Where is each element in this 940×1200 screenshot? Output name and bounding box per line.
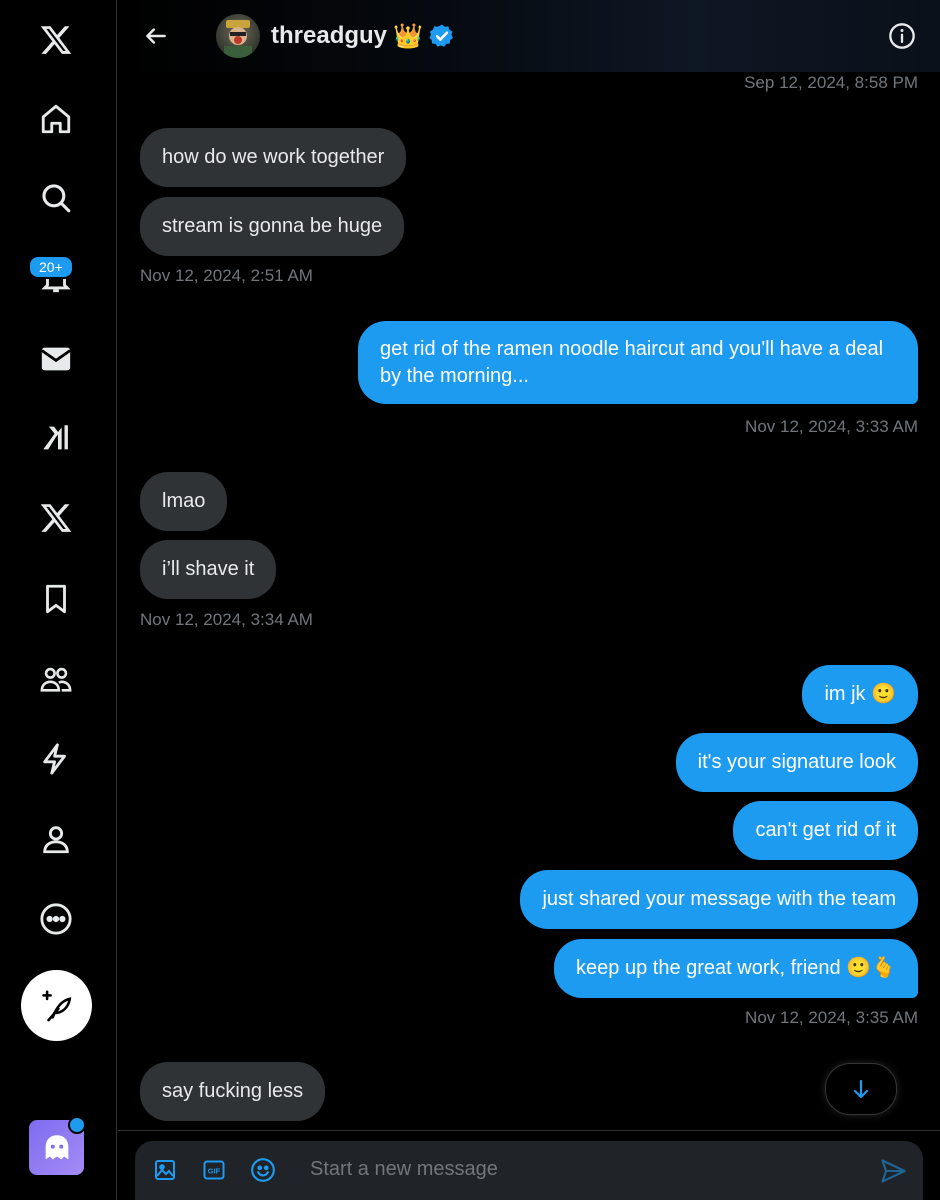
more-icon[interactable] xyxy=(30,893,82,945)
sidebar: 20+ xyxy=(0,0,117,1200)
outgoing-message[interactable]: it's your signature look xyxy=(675,733,918,792)
outgoing-message[interactable]: can't get rid of it xyxy=(733,801,918,860)
message-input[interactable] xyxy=(310,1158,830,1181)
crown-emoji: 👑 xyxy=(393,22,423,50)
conversation-username[interactable]: threadguy 👑 xyxy=(271,22,455,50)
x-logo-icon[interactable] xyxy=(30,14,82,66)
communities-icon[interactable] xyxy=(30,653,82,705)
conversation-header: threadguy 👑 xyxy=(118,0,940,72)
search-icon[interactable] xyxy=(30,172,82,224)
verified-orgs-icon[interactable] xyxy=(30,733,82,785)
arrow-down-icon xyxy=(853,1079,869,1099)
info-icon[interactable] xyxy=(888,22,916,50)
home-icon[interactable] xyxy=(30,93,82,145)
svg-text:GIF: GIF xyxy=(208,1167,221,1176)
timestamp: Nov 12, 2024, 3:35 AM xyxy=(745,1008,918,1027)
timestamp: Nov 12, 2024, 3:34 AM xyxy=(140,610,313,629)
outgoing-message[interactable]: just shared your message with the team xyxy=(520,870,918,929)
profile-icon[interactable] xyxy=(30,813,82,865)
notification-dot xyxy=(68,1116,86,1134)
gif-icon[interactable]: GIF xyxy=(201,1157,227,1183)
avatar[interactable] xyxy=(216,14,260,58)
verified-badge-icon xyxy=(429,24,453,47)
premium-x-icon[interactable] xyxy=(30,492,82,544)
message-composer: GIF xyxy=(135,1141,923,1200)
messages-icon[interactable] xyxy=(30,333,82,385)
ghost-icon xyxy=(45,1134,68,1159)
outgoing-message[interactable]: im jk 🙂 xyxy=(802,665,918,724)
incoming-message[interactable]: how do we work together xyxy=(140,128,407,187)
outgoing-message[interactable]: keep up the great work, friend 🙂🫰 xyxy=(554,939,918,998)
timestamp: Nov 12, 2024, 2:51 AM xyxy=(140,266,313,285)
username-text: threadguy xyxy=(271,22,388,49)
emoji-icon[interactable] xyxy=(250,1157,276,1183)
notification-badge: 20+ xyxy=(28,255,74,279)
compose-post-button[interactable] xyxy=(21,970,92,1041)
scroll-to-bottom-button[interactable] xyxy=(825,1063,897,1115)
grok-icon[interactable] xyxy=(30,412,82,464)
feather-plus-icon xyxy=(41,990,71,1021)
timestamp: Nov 12, 2024, 3:33 AM xyxy=(745,417,918,436)
bookmark-icon[interactable] xyxy=(30,573,82,625)
composer-divider xyxy=(118,1130,940,1131)
back-arrow-icon[interactable] xyxy=(140,20,172,52)
incoming-message[interactable]: lmao xyxy=(140,472,228,531)
incoming-message[interactable]: say fucking less xyxy=(140,1062,326,1121)
incoming-message[interactable]: stream is gonna be huge xyxy=(140,197,405,256)
send-icon[interactable] xyxy=(879,1157,907,1185)
image-icon[interactable] xyxy=(152,1157,178,1183)
incoming-message[interactable]: i’ll shave it xyxy=(140,540,277,599)
timestamp: Sep 12, 2024, 8:58 PM xyxy=(744,73,918,92)
outgoing-message[interactable]: get rid of the ramen noodle haircut and … xyxy=(358,321,918,404)
